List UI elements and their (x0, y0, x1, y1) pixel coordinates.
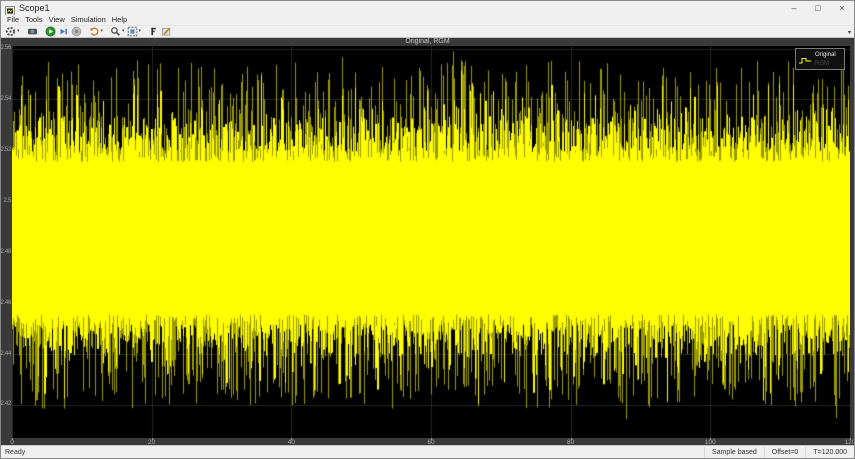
triggers-button[interactable] (147, 26, 160, 37)
status-bar: Ready Sample based Offset=0 T=120.000 (1, 445, 854, 458)
close-button[interactable]: × (830, 1, 854, 15)
y-tick-label: 2.42 (1, 401, 11, 407)
menu-simulation[interactable]: Simulation (68, 15, 109, 25)
scale-axes-button[interactable]: ▾ (126, 26, 143, 37)
legend-item-rgm[interactable]: RGM (798, 59, 842, 68)
menu-tools[interactable]: Tools (22, 15, 46, 25)
rgm-signal-icon (798, 60, 812, 67)
window-title: Scope1 (19, 3, 50, 13)
run-button[interactable] (44, 26, 57, 37)
y-axis-labels: 2.56 2.54 2.52 2.5 2.48 2.46 2.44 2.42 (1, 46, 12, 438)
y-tick-label: 2.54 (1, 96, 11, 102)
legend-label-original: Original (815, 52, 836, 58)
scope-plot-canvas[interactable] (12, 46, 850, 438)
y-tick-label: 2.5 (4, 198, 11, 204)
chevron-down-icon: ▾ (122, 26, 125, 37)
chevron-down-icon: ▾ (101, 26, 104, 37)
menu-bar: FileToolsViewSimulationHelp (1, 15, 854, 25)
scope-app-icon (5, 3, 15, 13)
menu-view[interactable]: View (46, 15, 68, 25)
y-tick-label: 2.46 (1, 300, 11, 306)
chevron-down-icon: ▾ (139, 26, 142, 37)
y-tick-label: 2.56 (1, 45, 11, 51)
chevron-down-icon: ▾ (17, 26, 20, 37)
scope-display: Original, RGM 2.56 2.54 2.52 2.5 2.48 2.46 2.4… (1, 38, 854, 447)
menu-help[interactable]: Help (109, 15, 130, 25)
status-ready: Ready (1, 449, 704, 456)
y-tick-label: 2.44 (1, 351, 11, 357)
title-bar: Scope1 – □ × (1, 1, 854, 15)
stop-button[interactable] (70, 26, 83, 37)
plot-title: Original, RGM (1, 38, 854, 46)
y-tick-label: 2.52 (1, 147, 11, 153)
zoom-button[interactable]: ▾ (109, 26, 126, 37)
minimize-button[interactable]: – (782, 1, 806, 15)
toolbar-overflow-icon[interactable]: ▾ (848, 29, 851, 36)
original-signal-icon (798, 51, 812, 58)
highlight-block-button[interactable] (26, 26, 39, 37)
legend-item-original[interactable]: Original (798, 50, 842, 59)
status-time: T=120.000 (805, 447, 854, 458)
toolbar: ▾ ▾ ▾ ▾ ▾ (1, 25, 854, 38)
step-forward-button[interactable] (57, 26, 70, 37)
legend[interactable]: Original RGM (795, 48, 845, 70)
status-offset: Offset=0 (764, 447, 806, 458)
configuration-properties-button[interactable]: ▾ (4, 26, 21, 37)
plot-axes: Original RGM (12, 46, 850, 438)
scope-window: Scope1 – □ × FileToolsViewSimulationHelp… (0, 0, 855, 459)
status-sample-mode: Sample based (704, 447, 764, 458)
menu-file[interactable]: File (4, 15, 22, 25)
y-tick-label: 2.48 (1, 249, 11, 255)
maximize-button[interactable]: □ (806, 1, 830, 15)
simulation-stepping-button[interactable]: ▾ (88, 26, 105, 37)
legend-label-rgm: RGM (815, 61, 829, 67)
measurements-button[interactable] (160, 26, 173, 37)
